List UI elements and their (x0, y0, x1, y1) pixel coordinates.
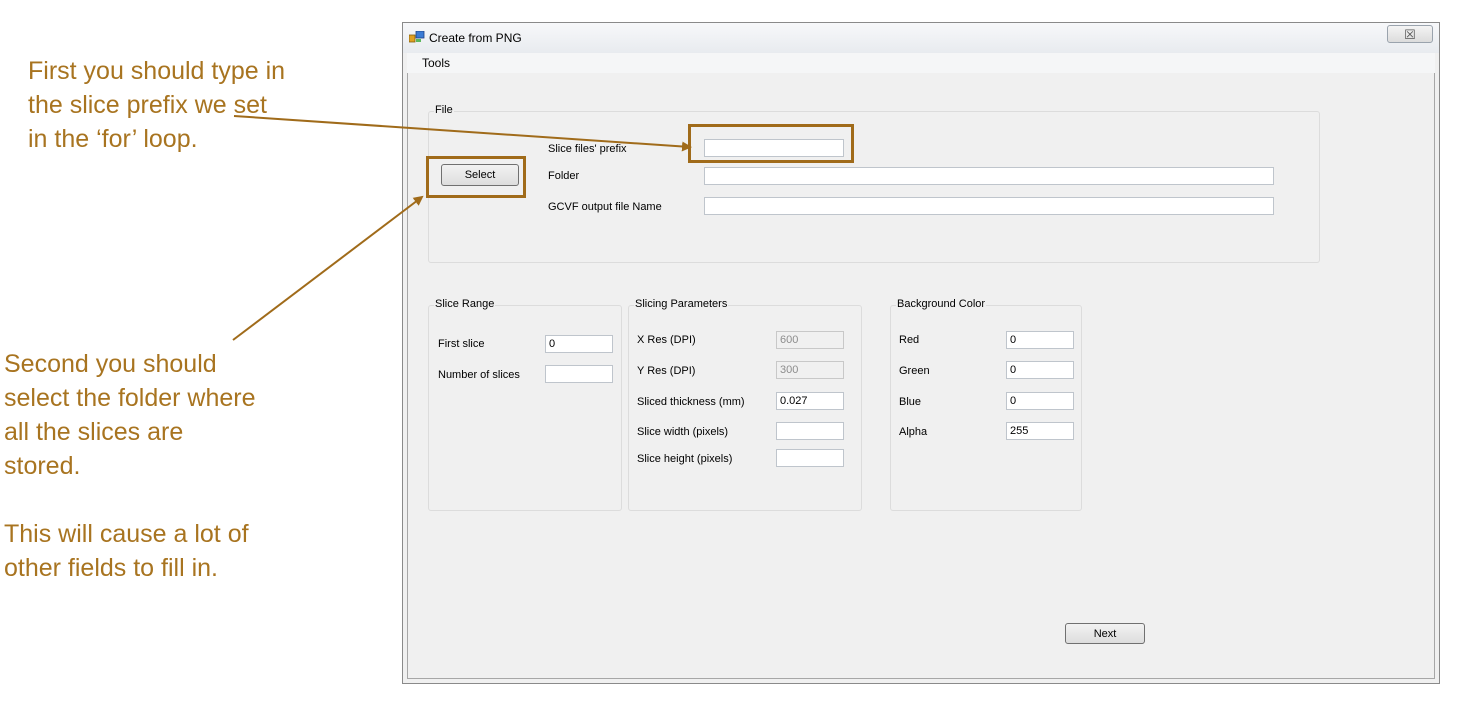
arrow-to-select (232, 195, 424, 341)
arrow-to-prefix (233, 115, 692, 152)
annotation-arrows (232, 115, 692, 341)
